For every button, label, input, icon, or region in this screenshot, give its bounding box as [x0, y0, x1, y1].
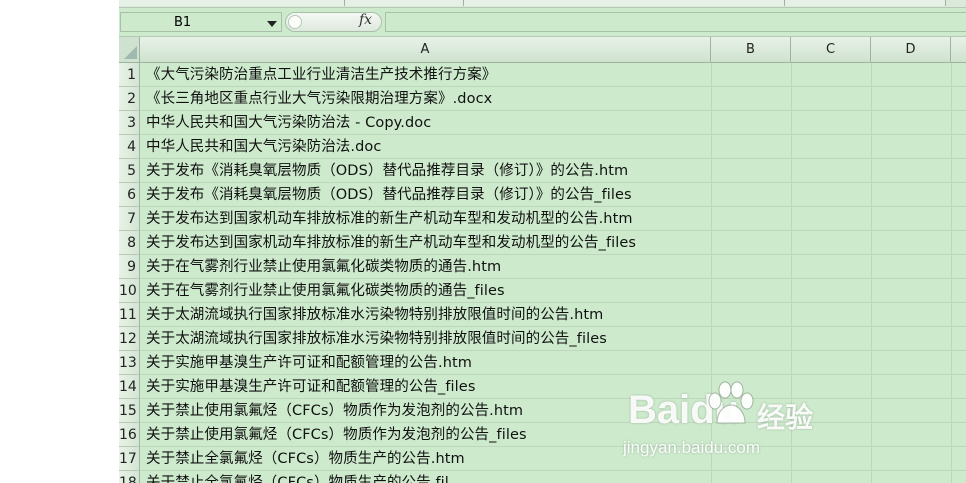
row-header[interactable]: 3: [119, 111, 140, 135]
cell-a13[interactable]: 关于实施甲基溴生产许可证和配额管理的公告.htm: [146, 351, 472, 375]
row-header[interactable]: 12: [119, 327, 140, 351]
cell-a10[interactable]: 关于在气雾剂行业禁止使用氯氟化碳类物质的通告_files: [146, 279, 505, 303]
row-header[interactable]: 10: [119, 279, 140, 303]
ribbon-group-editing[interactable]: [785, 0, 946, 6]
paw-icon: [708, 381, 754, 424]
cell-a1[interactable]: 《大气污染防治重点工业行业清洁生产技术推行方案》: [146, 63, 496, 87]
row-header[interactable]: 18: [119, 471, 140, 483]
cell-a17[interactable]: 关于禁止全氯氟烃（CFCs）物质生产的公告.htm: [146, 447, 465, 471]
cell-a16[interactable]: 关于禁止使用氯氟烃（CFCs）物质作为发泡剂的公告_files: [146, 423, 527, 447]
ribbon-group-clipboard[interactable]: [119, 0, 345, 6]
cell-a14[interactable]: 关于实施甲基溴生产许可证和配额管理的公告_files: [146, 375, 476, 399]
name-box[interactable]: B1: [120, 12, 282, 32]
watermark-url: jingyan.baidu.com: [623, 438, 761, 457]
column-header-d[interactable]: D: [871, 37, 951, 63]
row-header[interactable]: 7: [119, 207, 140, 231]
name-box-value: B1: [174, 15, 192, 30]
baidu-jingyan-watermark: Baidu 经验 jingyan.baidu.com: [623, 376, 923, 466]
cell-a8[interactable]: 关于发布达到国家机动车排放标准的新生产机动车型和发动机型的公告_files: [146, 231, 636, 255]
select-all-icon: [124, 46, 137, 59]
row-header[interactable]: 17: [119, 447, 140, 471]
watermark-product: 经验: [757, 401, 814, 434]
row-header[interactable]: 16: [119, 423, 140, 447]
row-header[interactable]: 15: [119, 399, 140, 423]
insert-function-icon[interactable]: fx: [359, 12, 372, 28]
column-header-a[interactable]: A: [140, 37, 711, 63]
chevron-down-icon[interactable]: [267, 21, 277, 27]
cell-a7[interactable]: 关于发布达到国家机动车排放标准的新生产机动车型和发动机型的公告.htm: [146, 207, 633, 231]
row-header[interactable]: 5: [119, 159, 140, 183]
cell-a4[interactable]: 中华人民共和国大气污染防治法.doc: [146, 135, 381, 159]
cell-a6[interactable]: 关于发布《消耗臭氧层物质（ODS）替代品推荐目录（修订）》的公告_files: [146, 183, 632, 207]
cell-a18[interactable]: 关于禁止全氯氟烃（CFCs）物质生产的公告.fil: [146, 471, 449, 483]
cell-a5[interactable]: 关于发布《消耗臭氧层物质（ODS）替代品推荐目录（修订）》的公告.htm: [146, 159, 628, 183]
cell-a15[interactable]: 关于禁止使用氯氟烃（CFCs）物质作为发泡剂的公告.htm: [146, 399, 523, 423]
row-header[interactable]: 9: [119, 255, 140, 279]
column-header-e[interactable]: [951, 37, 966, 63]
row-header[interactable]: 4: [119, 135, 140, 159]
row-header[interactable]: 13: [119, 351, 140, 375]
row-header[interactable]: 8: [119, 231, 140, 255]
select-all-corner[interactable]: [119, 37, 140, 63]
formula-input[interactable]: [386, 12, 966, 32]
cell-a9[interactable]: 关于在气雾剂行业禁止使用氯氟化碳类物质的通告.htm: [146, 255, 501, 279]
ribbon-group-font[interactable]: [345, 0, 464, 6]
handle-knob: [288, 15, 302, 29]
column-header-c[interactable]: C: [791, 37, 871, 63]
formula-bar: B1 fx: [119, 8, 966, 37]
ribbon-edge: [119, 0, 966, 8]
column-header-b[interactable]: B: [711, 37, 791, 63]
row-header[interactable]: 1: [119, 63, 140, 87]
cell-a2[interactable]: 《长三角地区重点行业大气污染限期治理方案》.docx: [146, 87, 492, 111]
row-header[interactable]: 14: [119, 375, 140, 399]
ribbon-group-alignment[interactable]: [464, 0, 785, 6]
cell-a11[interactable]: 关于太湖流域执行国家排放标准水污染物特别排放限值时间的公告.htm: [146, 303, 603, 327]
row-header[interactable]: 6: [119, 183, 140, 207]
cell-a3[interactable]: 中华人民共和国大气污染防治法 - Copy.doc: [146, 111, 431, 135]
cell-a12[interactable]: 关于太湖流域执行国家排放标准水污染物特别排放限值时间的公告_files: [146, 327, 607, 351]
row-header[interactable]: 2: [119, 87, 140, 111]
row-header[interactable]: 11: [119, 303, 140, 327]
